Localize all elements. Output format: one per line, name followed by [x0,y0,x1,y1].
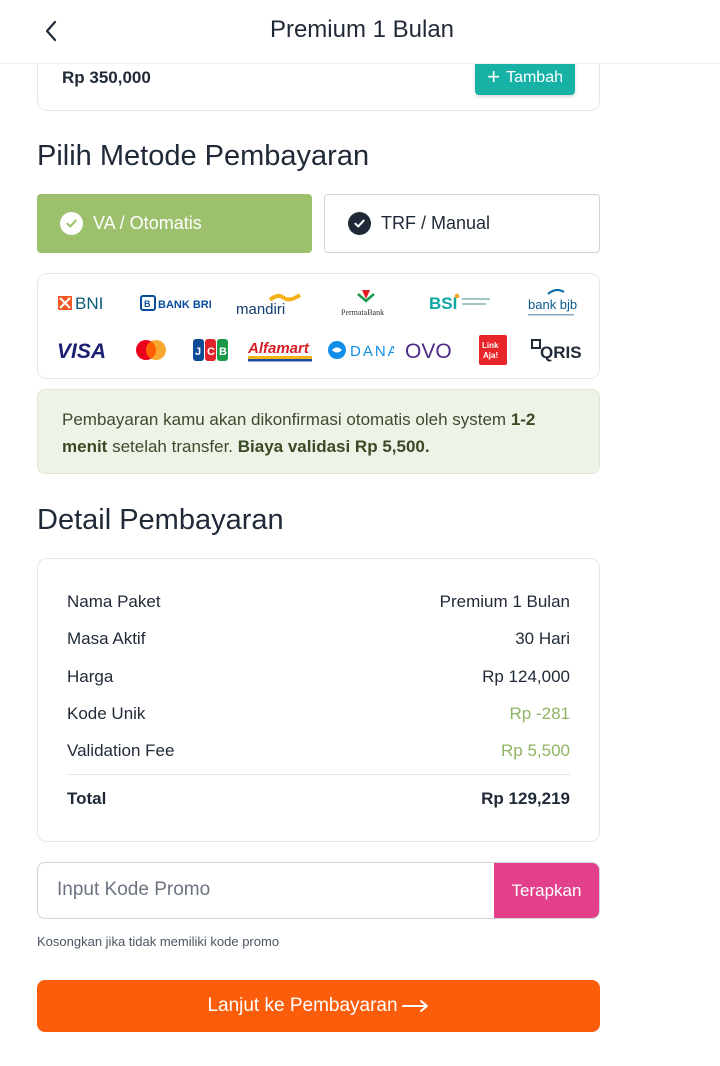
mandiri-logo: mandiri [234,289,304,317]
detail-row-active-period: Masa Aktif 30 Hari [67,629,570,649]
detail-value: Rp 124,000 [482,667,570,686]
info-text-1: Pembayaran kamu akan dikonfirmasi otomat… [62,410,511,429]
detail-label: Kode Unik [67,704,146,723]
detail-value: 30 Hari [515,629,570,648]
svg-text:BANK BRI: BANK BRI [158,299,211,311]
jcb-logo: J C B [192,337,230,363]
detail-value: Rp 5,500 [501,741,570,760]
detail-value: Rp -281 [509,704,570,723]
qris-logo: QRIS [530,337,586,363]
supported-banks-card: BNI B BANK BRI mandiri PermataBank BSI b… [37,273,600,379]
detail-row-package-name: Nama Paket Premium 1 Bulan [67,592,570,612]
linkaja-logo: Link Aja! [479,335,507,365]
promo-hint: Kosongkan jika tidak memiliki kode promo [37,934,280,949]
info-text-2: setelah transfer. [107,437,238,456]
detail-divider [67,774,570,775]
mastercard-logo [134,337,168,363]
promo-code-group: Terapkan [37,862,600,919]
method-trf-manual[interactable]: TRF / Manual [324,194,600,253]
alfamart-logo: Alfamart [246,336,314,364]
svg-text:B: B [219,346,227,358]
detail-row-total: Total Rp 129,219 [67,789,570,809]
add-button[interactable]: + Tambah [475,61,575,95]
payment-method-title: Pilih Metode Pembayaran [37,140,370,172]
visa-logo: VISA [56,337,110,363]
svg-text:PermataBank: PermataBank [341,308,384,317]
total-value: Rp 129,219 [481,789,570,808]
package-price: Rp 350,000 [62,68,151,87]
apply-promo-button[interactable]: Terapkan [494,863,599,918]
detail-row-price: Harga Rp 124,000 [67,667,570,687]
top-bar: Premium 1 Bulan [0,0,720,64]
bank-bjb-logo: bank bjb [526,287,580,321]
payment-info-notice: Pembayaran kamu akan dikonfirmasi otomat… [37,389,600,474]
detail-value: Premium 1 Bulan [439,592,570,611]
detail-label: Nama Paket [67,592,161,611]
svg-text:Link: Link [482,341,499,350]
svg-text:mandiri: mandiri [236,301,285,317]
svg-text:J: J [195,346,201,358]
plus-icon: + [487,64,501,89]
page-title: Premium 1 Bulan [269,16,455,43]
svg-text:DANA: DANA [350,343,394,360]
svg-text:C: C [207,346,215,358]
payment-detail-card: Nama Paket Premium 1 Bulan Masa Aktif 30… [37,558,600,842]
bri-logo: B BANK BRI [139,291,211,315]
method-va-label: VA / Otomatis [93,213,202,233]
method-trf-label: TRF / Manual [381,213,491,233]
arrow-right-icon [401,1000,428,1012]
bsi-logo: BSI [428,290,496,316]
continue-button-label: Lanjut ke Pembayaran [207,995,398,1016]
info-bold-2: Biaya validasi Rp 5,500. [237,437,430,456]
svg-text:B: B [144,299,151,309]
permatabank-logo: PermataBank [338,287,394,319]
detail-row-unique-code: Kode Unik Rp -281 [67,704,570,724]
svg-text:BSI: BSI [429,294,457,313]
check-circle-icon [60,212,83,235]
svg-text:QRIS: QRIS [540,343,582,362]
method-va-otomatis[interactable]: VA / Otomatis [37,194,312,253]
detail-row-validation-fee: Validation Fee Rp 5,500 [67,741,570,761]
detail-label: Masa Aktif [67,629,146,648]
svg-text:Aja!: Aja! [483,351,498,360]
svg-text:bank bjb: bank bjb [528,297,577,312]
detail-label: Validation Fee [67,741,175,760]
svg-text:Alfamart: Alfamart [247,340,310,357]
promo-code-input[interactable] [38,863,495,917]
svg-text:BNI: BNI [75,294,103,313]
check-circle-icon [348,212,371,235]
add-button-label: Tambah [506,69,563,86]
continue-to-payment-button[interactable]: Lanjut ke Pembayaran [37,980,600,1032]
svg-text:VISA: VISA [57,340,106,363]
ovo-logo: OVO [404,337,458,363]
dana-logo: DANA [326,337,394,363]
detail-label: Harga [67,667,114,686]
bni-logo: BNI [56,291,116,315]
total-label: Total [67,789,107,808]
svg-text:OVO: OVO [405,340,452,363]
payment-detail-title: Detail Pembayaran [37,504,284,536]
